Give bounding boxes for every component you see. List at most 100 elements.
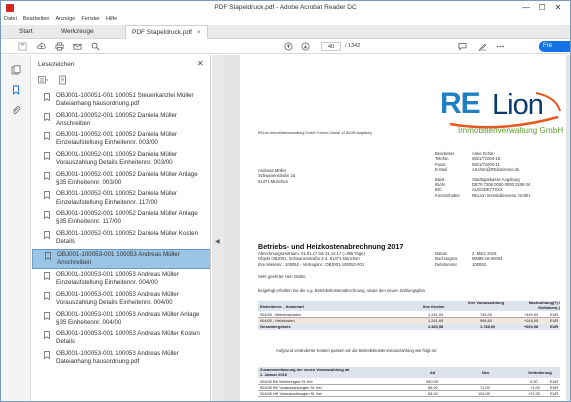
bookmark-label: OBJ001-100053-001 100053 Andreas Müller …: [56, 290, 179, 306]
bookmark-icon: [44, 311, 50, 320]
meta-values: 2. März 2018 MNB8 18-00004 100053: [472, 251, 503, 267]
recipient-city: 81371 München: [258, 178, 289, 184]
bookmark-item[interactable]: OBJ001-100053-001 100053 Andreas Müller …: [32, 349, 210, 367]
maximize-button[interactable]: ☐: [536, 3, 548, 13]
logo-re: RE: [440, 87, 481, 120]
cell: 004/00 HK Vorauszahlungen St. frei: [260, 391, 322, 396]
page-total: / 1342: [345, 43, 361, 49]
comment-icon[interactable]: [458, 42, 467, 51]
menu-bearbeiten[interactable]: Bearbeiten: [20, 15, 53, 23]
pdf-page: RE Lion Immobilienverwaltung GmbH RELion…: [240, 55, 566, 401]
close-window-button[interactable]: ✕: [552, 3, 564, 13]
cell: EUR: [550, 391, 559, 396]
bookmarks-list: OBJ001-100051-001 100051 Steuerkanzlei M…: [32, 91, 210, 369]
bookmarks-panel: Lesezeichen ✕ OBJ001-100051-001 100051 S…: [32, 55, 211, 401]
bookmark-item[interactable]: OBJ001-100053-001 100053 Andreas Müller …: [32, 248, 210, 269]
search-icon[interactable]: [91, 42, 100, 51]
menu-fenster[interactable]: Fenster: [78, 15, 103, 23]
bookmark-label: OBJ001-100052-001 100052 Daniela Müller …: [56, 170, 198, 186]
bookmark-item[interactable]: OBJ001-100052-001 100052 Daniela Müller …: [32, 111, 210, 129]
attachments-icon[interactable]: [11, 105, 21, 115]
menu-anzeige[interactable]: Anzeige: [52, 15, 78, 23]
bookmark-icon: [44, 211, 50, 220]
panel-splitter[interactable]: ◀: [212, 55, 224, 401]
bookmark-label: OBJ001-100053-001 100053 Andreas Müller …: [56, 271, 179, 287]
cloud-upload-icon[interactable]: [37, 42, 46, 51]
cell: Gesamtergebnis: [260, 324, 291, 329]
menu-hilfe[interactable]: Hilfe: [103, 15, 120, 23]
salutation: Sehr geehrter Herr Müller,: [258, 274, 307, 279]
bookmark-item[interactable]: OBJ001-100052-001 100052 Daniela Müller …: [32, 229, 210, 247]
bookmark-item[interactable]: OBJ001-100052-001 100052 Daniela Müller …: [32, 130, 210, 148]
document-viewer[interactable]: RE Lion Immobilienverwaltung GmbH RELion…: [224, 55, 570, 401]
tab-werkzeuge[interactable]: Werkzeuge: [55, 25, 100, 39]
bookmark-label: OBJ001-100051-001 100051 Steuerkanzlei M…: [56, 92, 194, 108]
sender-line: RELion Immobilienverwaltung GmbH Fuchse-…: [258, 131, 372, 135]
bookmark-icon: [44, 292, 50, 300]
bookmark-item[interactable]: OBJ001-100053-001 100053 Andreas Müller …: [32, 310, 210, 328]
sign-icon[interactable]: [478, 42, 487, 51]
tab-close-icon[interactable]: ×: [197, 30, 201, 36]
bookmark-item[interactable]: OBJ001-100052-001 100052 Daniela Müller …: [32, 189, 210, 207]
title-bar: PDF Stapeldruck.pdf - Adobe Acrobat Read…: [1, 1, 570, 15]
logo-lion: Lion: [492, 89, 544, 121]
collapse-panel-icon[interactable]: ◀: [215, 238, 220, 245]
navigation-rail: [1, 55, 31, 401]
bookmark-item[interactable]: OBJ001-100052-001 100052 Daniela Müller …: [32, 209, 210, 227]
bookmark-icon: [44, 93, 50, 101]
cell: EUR: [550, 324, 559, 329]
bookmark-options-icon[interactable]: [38, 75, 49, 85]
page-thumbnails-icon[interactable]: [11, 65, 21, 75]
bookmark-item[interactable]: OBJ001-100052-001 100052 Daniela Müller …: [32, 170, 210, 188]
menu-datei[interactable]: Datei: [1, 15, 20, 23]
cell: +21,00: [528, 391, 541, 396]
bookmark-label: OBJ001-100052-001 100052 Daniela Müller …: [56, 151, 178, 167]
col-header: Veränderung: [528, 370, 552, 375]
bookmark-icon: [44, 112, 50, 121]
bookmark-icon: [44, 152, 50, 161]
page-number-input[interactable]: 40: [321, 42, 341, 51]
minimize-button[interactable]: —: [520, 3, 532, 13]
bookmark-label: OBJ001-100052-001 100052 Daniela Müller …: [56, 111, 178, 127]
close-panel-icon[interactable]: ✕: [197, 59, 204, 68]
bookmark-label: OBJ001-100053-001 100053 Andreas Müller …: [57, 250, 180, 266]
window-title: PDF Stapeldruck.pdf - Adobe Acrobat Read…: [214, 4, 357, 11]
bookmark-label: OBJ001-100052-001 100052 Daniela Müller …: [56, 190, 178, 206]
contact-values: Anke Schön 0821/71004-18 0821/71004-11 A…: [472, 151, 530, 198]
cell: +694,98: [524, 324, 539, 329]
app-window: PDF Stapeldruck.pdf - Adobe Acrobat Read…: [0, 0, 571, 402]
bookmark-item[interactable]: OBJ001-100053-001 100053 Andreas Müller …: [32, 270, 210, 288]
tab-bar: Start Werkzeuge PDF Stapeldruck.pdf ×: [1, 25, 570, 39]
bookmark-item[interactable]: OBJ001-100053-001 100053 Andreas Müller …: [32, 290, 210, 308]
col-header: Ihre Vorauszahlung: [468, 300, 504, 305]
cost-table-header: Einheitennr. - Kostenart Ihre Kosten Ihr…: [258, 300, 560, 311]
cell: 1.788,60: [480, 324, 496, 329]
page-down-icon[interactable]: [301, 42, 310, 51]
print-icon[interactable]: [55, 42, 64, 51]
share-button[interactable]: Fre: [539, 41, 570, 52]
bookmark-icon: [45, 251, 51, 260]
bookmarks-icon[interactable]: [11, 85, 21, 95]
page-up-icon[interactable]: [284, 42, 293, 51]
more-icon[interactable]: [496, 42, 505, 51]
contact-value: RELion Immobilienverw. GmbH: [472, 192, 531, 198]
bookmark-label: OBJ001-100053-001 100053 Andreas Müller …: [56, 330, 200, 346]
tab-start[interactable]: Start: [13, 25, 39, 39]
meta-label: Debitorennr.: [435, 261, 458, 267]
meta-labels: Datum Buchungsnr. Debitorennr.: [435, 251, 458, 267]
prepayment-table-header: Zusammenfassung der neuen Vorauszahlung …: [258, 367, 560, 378]
bookmark-item[interactable]: OBJ001-100053-001 100053 Andreas Müller …: [32, 329, 210, 347]
tab-document[interactable]: PDF Stapeldruck.pdf ×: [125, 25, 208, 39]
adjustment-text: Aufgrund veränderter Kosten passen wir d…: [276, 348, 438, 353]
bookmark-item[interactable]: OBJ001-100052-001 100052 Daniela Müller …: [32, 150, 210, 168]
bookmark-label: OBJ001-100053-001 100053 Andreas Müller …: [56, 310, 200, 326]
bookmark-label: OBJ001-100052-001 100052 Daniela Müller …: [56, 210, 198, 226]
logo-subtitle: Immobilienverwaltung GmbH: [458, 126, 564, 135]
expand-bookmark-icon[interactable]: [58, 75, 68, 85]
document-title: Betriebs- und Heizkostenabrechnung 2017: [258, 242, 404, 251]
menu-bar: Datei Bearbeiten Anzeige Fenster Hilfe: [1, 15, 570, 25]
email-icon[interactable]: [73, 42, 82, 51]
bookmark-item[interactable]: OBJ001-100051-001 100051 Steuerkanzlei M…: [32, 91, 210, 109]
bookmark-icon: [44, 171, 50, 180]
save-icon[interactable]: [18, 42, 27, 51]
